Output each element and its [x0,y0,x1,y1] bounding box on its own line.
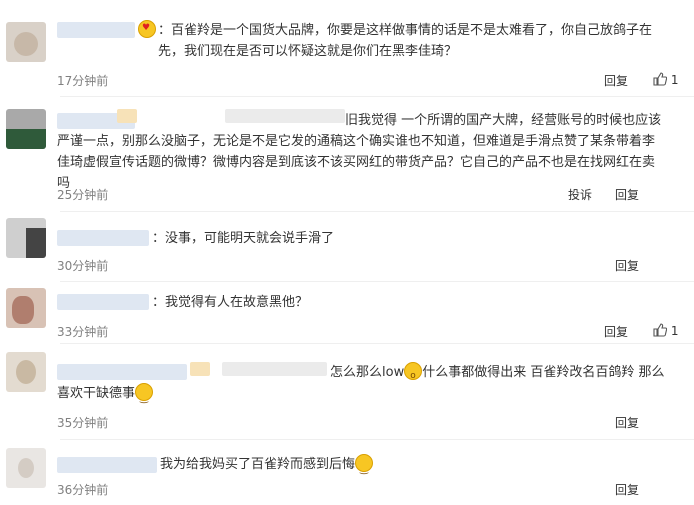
username-blurred[interactable] [57,457,157,473]
avatar[interactable] [6,448,46,488]
username-blurred[interactable] [57,22,135,38]
comment-text: ：我觉得有人在故意黑他？ [152,295,309,310]
comment-time: 17分钟前 [57,74,109,88]
comment-time: 33分钟前 [57,325,109,339]
smile-emoji-icon [355,454,374,480]
report-button[interactable]: 投诉 [568,186,592,203]
comment-time: 35分钟前 [57,416,109,430]
avatar[interactable] [6,288,46,328]
smile-emoji-icon [135,383,154,409]
comment-item: 我为给我妈买了百雀羚而感到后悔 36分钟前 回复 [0,440,694,505]
comment-item: ：百雀羚是一个国货大品牌，你要是这样做事情的话是不是太难看了，你自己放鸽子在先，… [0,0,694,97]
avatar[interactable] [6,352,46,392]
like-button[interactable]: 1 [653,72,678,87]
reply-button[interactable]: 回复 [615,257,639,274]
username-blurred[interactable] [57,294,149,310]
reply-button[interactable]: 回复 [604,323,628,340]
comment-text: 我为给我妈买了百雀羚而感到后悔 [160,454,666,480]
heart-eyes-emoji-icon [138,20,156,38]
avatar[interactable] [6,22,46,62]
reply-button[interactable]: 回复 [604,72,628,89]
comment-item: 旧我觉得 一个所谓的国产大牌，经营账号的时候也应该严谨一点，别那么没脑子，无论是… [0,97,694,212]
comment-item: ：我觉得有人在故意黑他？ 33分钟前 回复 1 [0,282,694,344]
avatar[interactable] [6,218,46,258]
comment-time: 30分钟前 [57,259,109,273]
like-button[interactable]: 1 [653,323,678,338]
thumbs-up-icon [653,323,667,337]
surprised-emoji-icon [404,362,423,387]
comment-item: 怎么那么low什么事都做得出来 百雀羚改名百鸽羚 那么喜欢干缺德事 35分钟前 … [0,344,694,440]
comment-text: ：百雀羚是一个国货大品牌，你要是这样做事情的话是不是太难看了，你自己放鸽子在先，… [158,23,653,59]
comment-item: ：没事，可能明天就会说手滑了 30分钟前 回复 [0,212,694,282]
like-count: 1 [670,324,679,338]
avatar[interactable] [6,109,46,149]
comment-text: ：没事，可能明天就会说手滑了 [152,231,335,246]
comment-text: 怎么那么low什么事都做得出来 百雀羚改名百鸽羚 那么喜欢干缺德事 [57,362,666,409]
reply-button[interactable]: 回复 [615,414,639,431]
comment-time: 36分钟前 [57,483,109,497]
reply-button[interactable]: 回复 [615,481,639,498]
reply-button[interactable]: 回复 [615,186,639,203]
like-count: 1 [670,73,679,87]
comment-time: 25分钟前 [57,188,109,202]
thumbs-up-icon [653,72,667,86]
comment-text: 旧我觉得 一个所谓的国产大牌，经营账号的时候也应该严谨一点，别那么没脑子，无论是… [57,113,662,191]
username-blurred[interactable] [57,230,149,246]
